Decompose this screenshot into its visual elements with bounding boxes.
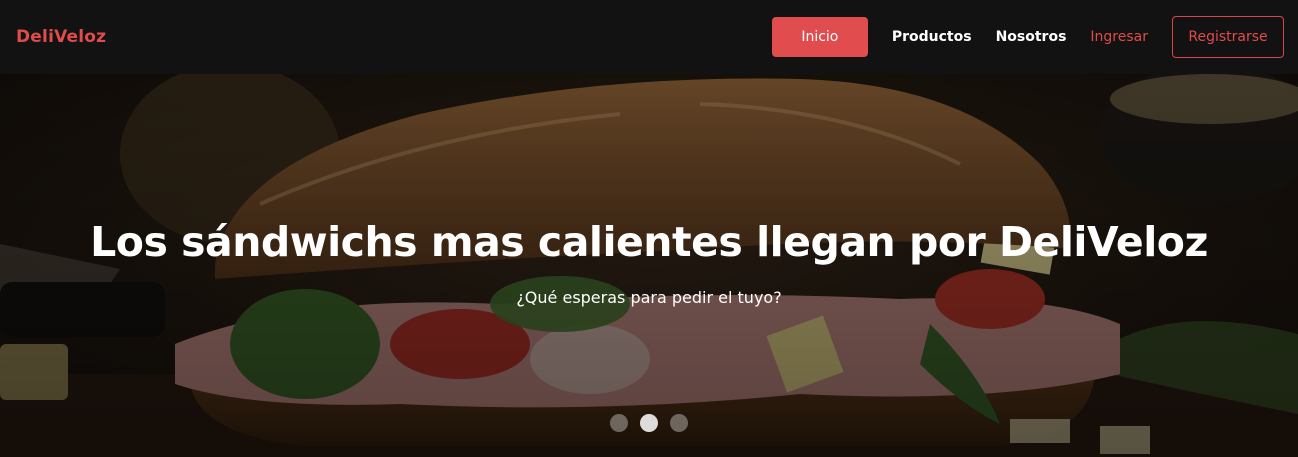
carousel-dot-1[interactable]: [610, 414, 628, 432]
hero-subtitle: ¿Qué esperas para pedir el tuyo?: [516, 288, 782, 307]
navbar: DeliVeloz Inicio Productos Nosotros Ingr…: [0, 0, 1298, 74]
carousel-dot-3[interactable]: [670, 414, 688, 432]
nav-ingresar-link[interactable]: Ingresar: [1090, 29, 1148, 45]
register-button[interactable]: Registrarse: [1172, 16, 1284, 58]
carousel-indicators: [0, 414, 1298, 432]
nav-nosotros-link[interactable]: Nosotros: [996, 29, 1067, 45]
nav-inicio-button[interactable]: Inicio: [771, 17, 868, 57]
carousel-dot-2[interactable]: [640, 414, 658, 432]
nav-productos-link[interactable]: Productos: [892, 29, 972, 45]
nav-menu: Inicio Productos Nosotros Ingresar Regis…: [771, 16, 1284, 58]
hero-carousel: Los sándwichs mas calientes llegan por D…: [0, 74, 1298, 457]
hero-title: Los sándwichs mas calientes llegan por D…: [90, 218, 1208, 266]
brand-logo[interactable]: DeliVeloz: [16, 27, 106, 47]
